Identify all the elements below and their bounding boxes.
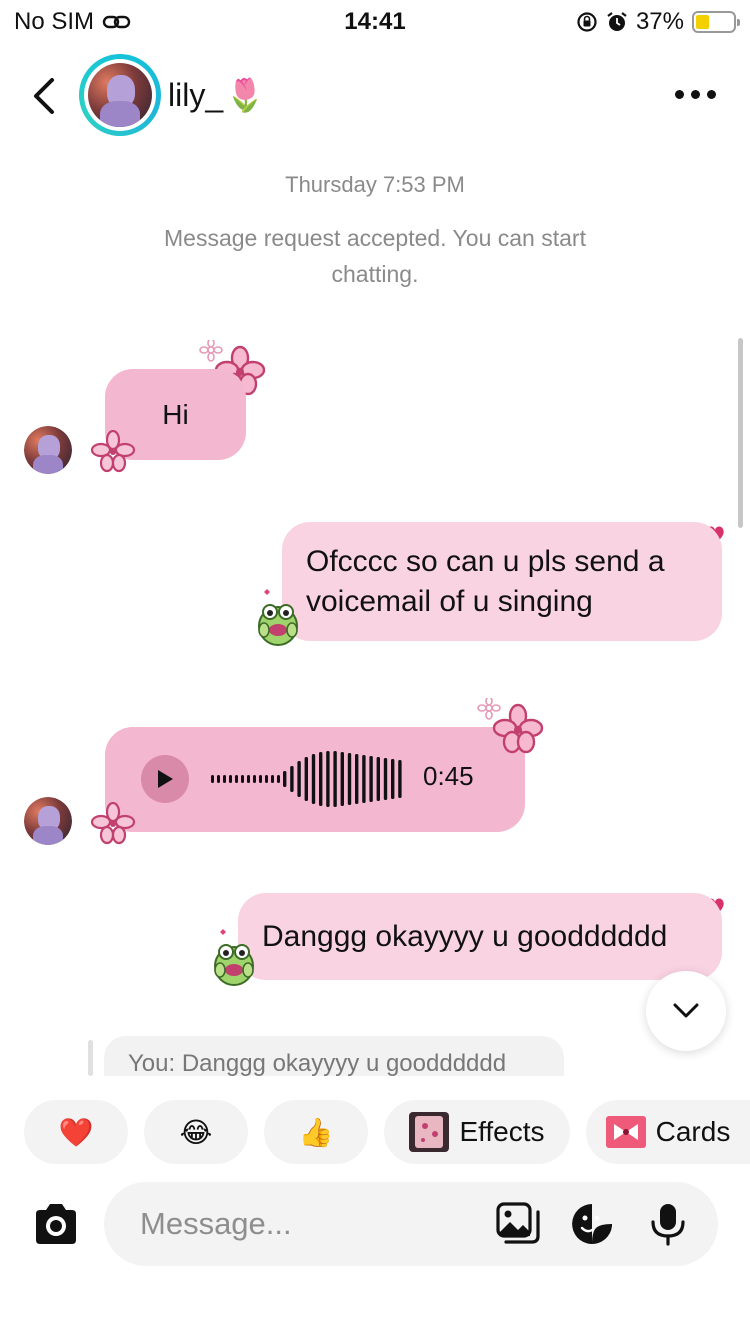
rotation-lock-icon bbox=[577, 12, 597, 32]
message-input[interactable] bbox=[140, 1202, 470, 1246]
bow-card-icon bbox=[605, 1116, 646, 1148]
last-message-preview: You: Danggg okayyyy u goodddddd bbox=[104, 1036, 564, 1076]
sticker-icon[interactable] bbox=[570, 1202, 614, 1246]
thumbs-up-emoji-icon: 👍 bbox=[298, 1116, 334, 1148]
camera-icon[interactable] bbox=[32, 1202, 80, 1246]
message-bubble-outgoing[interactable]: Ofcccc so can u pls send a voicemail of … bbox=[282, 522, 722, 641]
sender-avatar[interactable] bbox=[24, 797, 72, 845]
avatar-image bbox=[88, 63, 152, 127]
heart-reaction-chip[interactable]: ❤️ bbox=[24, 1100, 128, 1164]
effects-label: Effects bbox=[459, 1116, 545, 1147]
battery-icon bbox=[692, 11, 740, 33]
profile-avatar[interactable] bbox=[79, 54, 161, 136]
laugh-reaction-chip[interactable]: 😂 bbox=[144, 1100, 248, 1164]
flower-sticker-icon bbox=[90, 802, 136, 845]
voice-duration: 0:45 bbox=[423, 761, 474, 791]
username-label: lily_ bbox=[168, 76, 224, 113]
cards-chip[interactable]: Cards bbox=[586, 1100, 750, 1164]
message-bubble-outgoing[interactable]: Danggg okayyyy u goodddddd bbox=[238, 893, 722, 980]
effects-chip[interactable]: Effects bbox=[384, 1100, 570, 1164]
status-icons: 37% bbox=[576, 8, 740, 36]
thumbs-up-reaction-chip[interactable]: 👍 bbox=[264, 1100, 368, 1164]
sender-avatar[interactable] bbox=[24, 426, 72, 474]
message-input-container bbox=[104, 1182, 718, 1266]
tulip-emoji: 🌷 bbox=[225, 77, 265, 113]
message-text: Danggg okayyyy u goodddddd bbox=[262, 919, 668, 953]
battery-percent: 37% bbox=[635, 8, 684, 35]
reply-preview-bar bbox=[88, 1040, 93, 1076]
play-icon[interactable] bbox=[141, 755, 189, 803]
effects-thumbnail-icon bbox=[409, 1112, 450, 1152]
voice-message-bubble[interactable]: 0:45 bbox=[105, 727, 525, 832]
alarm-icon bbox=[607, 12, 627, 31]
more-options-icon[interactable] bbox=[675, 90, 716, 99]
chevron-down-icon bbox=[673, 1003, 699, 1018]
preview-text: You: Danggg okayyyy u goodddddd bbox=[128, 1050, 507, 1076]
cards-label: Cards bbox=[655, 1116, 731, 1147]
frog-sticker-icon bbox=[214, 929, 254, 986]
chevron-left-icon[interactable] bbox=[28, 76, 62, 116]
battery-level bbox=[696, 15, 710, 29]
message-text: Ofcccc so can u pls send a voicemail of … bbox=[306, 545, 665, 618]
username-title[interactable]: lily_ 🌷 bbox=[168, 76, 265, 114]
quick-actions-row: ❤️ 😂 👍 Effects Cards bbox=[0, 1100, 750, 1164]
heart-emoji-icon: ❤️ bbox=[58, 1116, 94, 1148]
flower-sticker-icon bbox=[90, 430, 136, 473]
scrollbar[interactable] bbox=[738, 338, 743, 528]
flower-sticker-icon bbox=[477, 698, 544, 754]
gallery-icon[interactable] bbox=[496, 1202, 540, 1246]
scroll-to-bottom-button[interactable] bbox=[646, 971, 726, 1051]
status-bar: No SIM 14:41 37% bbox=[0, 0, 750, 42]
laughing-emoji-icon: 😂 bbox=[179, 1116, 213, 1148]
microphone-icon[interactable] bbox=[646, 1202, 690, 1246]
thread-timestamp: Thursday 7:53 PM bbox=[285, 172, 465, 197]
audio-waveform bbox=[211, 751, 402, 807]
message-composer bbox=[0, 1182, 750, 1272]
chat-header: lily_ 🌷 bbox=[0, 52, 750, 142]
message-text: Hi bbox=[162, 398, 189, 430]
frog-sticker-icon bbox=[258, 589, 298, 646]
request-accepted-notice: Message request accepted. You can start … bbox=[164, 225, 586, 287]
